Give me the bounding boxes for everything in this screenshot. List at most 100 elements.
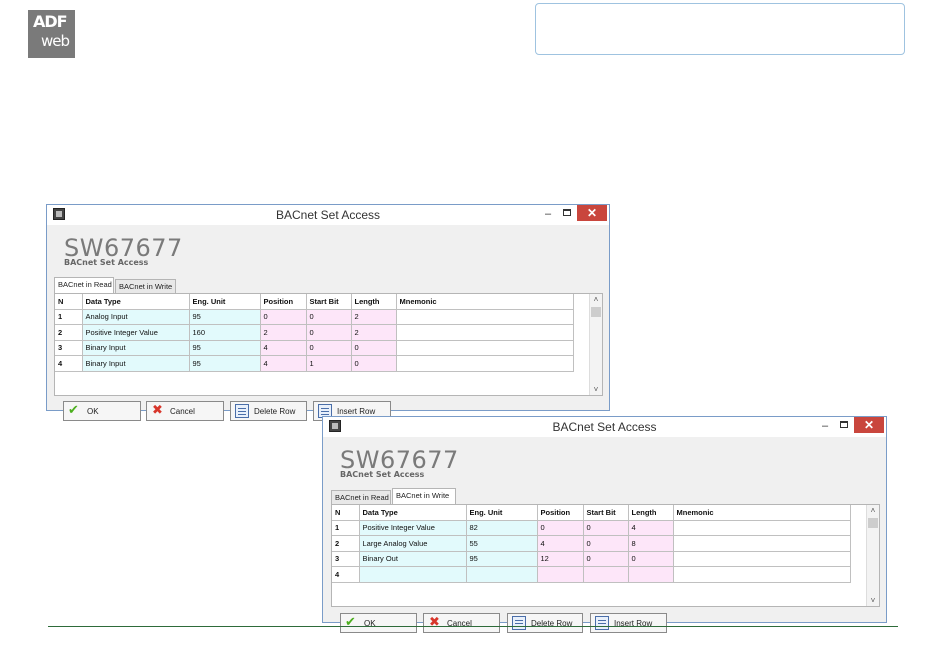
- cell-data-type[interactable]: Binary Input: [82, 355, 190, 372]
- table-row[interactable]: 3 Binary Out 95 12 0 0: [332, 551, 851, 567]
- delete-row-icon: [235, 404, 249, 418]
- close-button[interactable]: ✕: [577, 205, 607, 221]
- tab-bacnet-in-write[interactable]: BACnet in Write: [392, 488, 456, 504]
- table-row[interactable]: 3 Binary Input 95 4 0 0: [55, 340, 574, 356]
- tab-bacnet-in-write[interactable]: BACnet in Write: [115, 279, 176, 293]
- cell-mnemonic[interactable]: [396, 324, 574, 341]
- scroll-thumb[interactable]: [868, 518, 878, 528]
- cell-position[interactable]: 0: [260, 309, 307, 325]
- cell-mnemonic[interactable]: [396, 355, 574, 372]
- cell-position[interactable]: 4: [260, 340, 307, 356]
- table-row[interactable]: 1 Positive Integer Value 82 0 0 4: [332, 520, 851, 536]
- logo-text-top: ADF: [33, 12, 68, 31]
- cell-length[interactable]: 0: [351, 340, 397, 356]
- cell-n: 3: [332, 551, 360, 567]
- grid-header-row: N Data Type Eng. Unit Position Start Bit…: [55, 294, 574, 310]
- table-row[interactable]: 4 Binary Input 95 4 1 0: [55, 355, 574, 372]
- cell-length[interactable]: 0: [628, 551, 674, 567]
- cell-data-type[interactable]: Analog Input: [82, 309, 190, 325]
- grid-header-row: N Data Type Eng. Unit Position Start Bit…: [332, 505, 851, 521]
- cell-length[interactable]: 0: [351, 355, 397, 372]
- cell-eng-unit[interactable]: 95: [189, 355, 261, 372]
- cell-start-bit[interactable]: 0: [306, 324, 352, 341]
- cell-data-type[interactable]: [359, 566, 467, 583]
- cell-data-type[interactable]: Binary Input: [82, 340, 190, 356]
- cell-start-bit[interactable]: 0: [583, 535, 629, 552]
- cell-eng-unit[interactable]: 82: [466, 520, 538, 536]
- scroll-up-icon[interactable]: ˄: [867, 506, 879, 515]
- delete-row-button[interactable]: Delete Row: [230, 401, 307, 421]
- vertical-scrollbar[interactable]: ˄ ˅: [866, 505, 879, 606]
- cancel-x-icon: [151, 402, 165, 418]
- scroll-up-icon[interactable]: ˄: [590, 295, 602, 304]
- cell-mnemonic[interactable]: [396, 340, 574, 356]
- cancel-button[interactable]: Cancel: [146, 401, 224, 421]
- cell-mnemonic[interactable]: [673, 566, 851, 583]
- cell-length[interactable]: [628, 566, 674, 583]
- cell-mnemonic[interactable]: [396, 309, 574, 325]
- cell-position[interactable]: 4: [537, 535, 584, 552]
- cell-eng-unit[interactable]: 95: [189, 309, 261, 325]
- cell-start-bit[interactable]: 0: [583, 520, 629, 536]
- cell-start-bit[interactable]: [583, 566, 629, 583]
- cell-n: 3: [55, 340, 83, 356]
- cell-data-type[interactable]: Large Analog Value: [359, 535, 467, 552]
- maximize-button[interactable]: [563, 209, 571, 216]
- table-row[interactable]: 2 Large Analog Value 55 4 0 8: [332, 535, 851, 552]
- cell-start-bit[interactable]: 0: [306, 309, 352, 325]
- maximize-button[interactable]: [840, 421, 848, 428]
- cancel-x-icon: [428, 614, 442, 630]
- title-bar: BACnet Set Access – ✕: [47, 205, 609, 225]
- ok-button[interactable]: OK: [63, 401, 141, 421]
- scroll-down-icon[interactable]: ˅: [590, 385, 602, 394]
- vertical-scrollbar[interactable]: ˄ ˅: [589, 294, 602, 395]
- cell-mnemonic[interactable]: [673, 535, 851, 552]
- table-row[interactable]: 1 Analog Input 95 0 0 2: [55, 309, 574, 325]
- cell-eng-unit[interactable]: 55: [466, 535, 538, 552]
- cell-eng-unit[interactable]: 95: [466, 551, 538, 567]
- cell-eng-unit[interactable]: [466, 566, 538, 583]
- insert-row-button[interactable]: Insert Row: [590, 613, 667, 633]
- table-row[interactable]: 2 Positive Integer Value 160 2 0 2: [55, 324, 574, 341]
- window-body: SW67677 BACnet Set Access BACnet in Read…: [323, 437, 886, 633]
- cell-data-type[interactable]: Positive Integer Value: [359, 520, 467, 536]
- cell-position[interactable]: 0: [537, 520, 584, 536]
- cell-position[interactable]: [537, 566, 584, 583]
- minimize-button[interactable]: –: [540, 207, 556, 221]
- cell-start-bit[interactable]: 1: [306, 355, 352, 372]
- product-subtitle: BACnet Set Access: [340, 470, 425, 479]
- cell-length[interactable]: 4: [628, 520, 674, 536]
- scroll-thumb[interactable]: [591, 307, 601, 317]
- cell-data-type[interactable]: Positive Integer Value: [82, 324, 190, 341]
- close-button[interactable]: ✕: [854, 417, 884, 433]
- bacnet-set-access-window-write: BACnet Set Access – ✕ SW67677 BACnet Set…: [322, 416, 887, 633]
- data-grid[interactable]: N Data Type Eng. Unit Position Start Bit…: [54, 293, 603, 396]
- window-title: BACnet Set Access: [552, 420, 657, 434]
- cancel-label: Cancel: [170, 406, 195, 416]
- cell-eng-unit[interactable]: 160: [189, 324, 261, 341]
- data-grid[interactable]: N Data Type Eng. Unit Position Start Bit…: [331, 504, 880, 607]
- tab-bacnet-in-read[interactable]: BACnet in Read: [54, 277, 114, 293]
- scroll-down-icon[interactable]: ˅: [867, 596, 879, 605]
- cell-eng-unit[interactable]: 95: [189, 340, 261, 356]
- col-eng-unit: Eng. Unit: [189, 294, 261, 310]
- table-row[interactable]: 4: [332, 566, 851, 583]
- delete-row-icon: [512, 616, 526, 630]
- ok-button[interactable]: OK: [340, 613, 417, 633]
- cell-data-type[interactable]: Binary Out: [359, 551, 467, 567]
- cancel-button[interactable]: Cancel: [423, 613, 500, 633]
- cell-start-bit[interactable]: 0: [583, 551, 629, 567]
- cell-position[interactable]: 4: [260, 355, 307, 372]
- adfweb-logo: ADF web: [28, 10, 75, 58]
- cell-length[interactable]: 8: [628, 535, 674, 552]
- cell-start-bit[interactable]: 0: [306, 340, 352, 356]
- minimize-button[interactable]: –: [817, 419, 833, 433]
- cell-position[interactable]: 12: [537, 551, 584, 567]
- delete-row-button[interactable]: Delete Row: [507, 613, 583, 633]
- tab-bacnet-in-read[interactable]: BACnet in Read: [331, 490, 391, 504]
- cell-length[interactable]: 2: [351, 309, 397, 325]
- cell-mnemonic[interactable]: [673, 551, 851, 567]
- cell-position[interactable]: 2: [260, 324, 307, 341]
- cell-length[interactable]: 2: [351, 324, 397, 341]
- cell-mnemonic[interactable]: [673, 520, 851, 536]
